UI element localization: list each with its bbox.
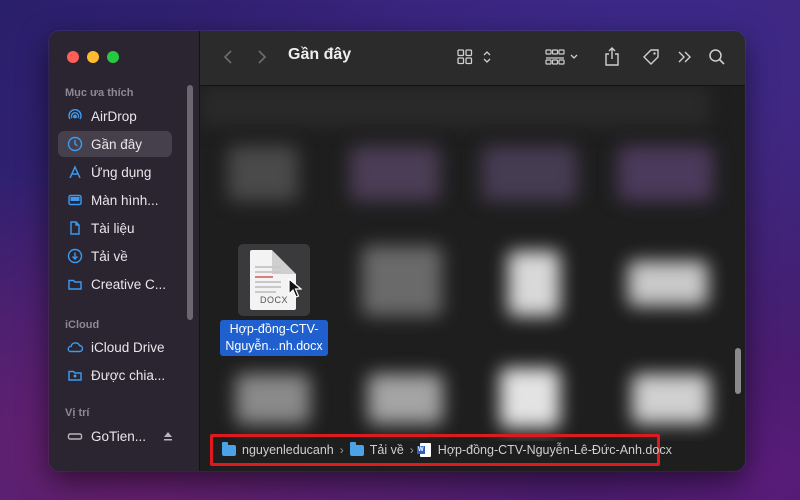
sidebar: Mục ưa thích AirDrop Gần đây Ứng dụng Mà… <box>49 31 200 471</box>
sidebar-item-label: Creative C... <box>91 276 167 292</box>
toolbar: Gần đây <box>200 31 745 86</box>
path-segment-file[interactable]: Hợp-đồng-CTV-Nguyễn-Lê-Đức-Anh.docx <box>416 443 672 457</box>
sidebar-item-label: Gần đây <box>91 136 143 152</box>
sidebar-item-label: Màn hình... <box>91 192 159 208</box>
word-document-icon <box>416 443 431 457</box>
sidebar-item-label: AirDrop <box>91 108 137 124</box>
blurred-thumbnail[interactable] <box>618 146 713 201</box>
folder-icon <box>349 441 364 456</box>
share-button[interactable] <box>602 45 622 69</box>
sidebar-scrollbar[interactable] <box>187 85 193 320</box>
sidebar-item-label: Ứng dụng <box>91 164 152 180</box>
sidebar-item-documents[interactable]: Tài liệu <box>58 215 172 241</box>
sidebar-section-icloud: iCloud <box>65 319 100 331</box>
path-separator: › <box>409 443 414 457</box>
mouse-pointer-icon <box>288 277 303 303</box>
blurred-thumbnail[interactable] <box>368 374 443 424</box>
main-pane: Gần đây DOCX Hợp-đồng-CTV- Nguyễn...nh.d… <box>200 31 745 471</box>
blurred-thumbnail[interactable] <box>236 374 310 424</box>
sidebar-section-locations: Vị trí <box>65 407 90 419</box>
sidebar-item-label: Tải về <box>91 248 128 264</box>
sidebar-item-desktop[interactable]: Màn hình... <box>58 187 172 213</box>
file-name-line: Nguyễn...nh.docx <box>225 339 323 353</box>
blurred-thumbnail <box>200 86 710 126</box>
search-icon <box>709 49 725 65</box>
folder-icon <box>222 441 236 456</box>
more-toolbar-button[interactable] <box>676 45 694 69</box>
clock-icon <box>66 135 84 153</box>
finder-window: Mục ưa thích AirDrop Gần đây Ứng dụng Mà… <box>49 31 745 471</box>
path-separator: › <box>339 443 344 457</box>
file-type-tag: DOCX <box>260 295 289 305</box>
blurred-thumbnail[interactable] <box>500 368 560 428</box>
chevron-left-icon <box>223 50 232 64</box>
document-icon <box>66 219 84 237</box>
sidebar-item-label: Tài liệu <box>91 220 135 236</box>
blurred-thumbnail[interactable] <box>628 261 708 306</box>
sidebar-item-downloads[interactable]: Tải về <box>58 243 172 269</box>
sidebar-item-label: Được chia... <box>91 367 166 383</box>
window-controls <box>67 51 119 63</box>
sidebar-item-airdrop[interactable]: AirDrop <box>58 103 172 129</box>
file-name-line: Hợp-đồng-CTV- <box>229 322 319 336</box>
sidebar-item-creative-cloud[interactable]: Creative C... <box>58 271 172 297</box>
view-mode-button[interactable] <box>456 45 496 69</box>
path-bar: nguyenleducanh › Tải về › Hợp-đồng-CTV-N… <box>222 435 735 465</box>
sidebar-section-favorites: Mục ưa thích <box>65 87 134 99</box>
applications-icon <box>66 163 84 181</box>
zoom-button[interactable] <box>107 51 119 63</box>
content-scrollbar[interactable] <box>735 348 741 394</box>
sidebar-item-applications[interactable]: Ứng dụng <box>58 159 172 185</box>
folder-icon <box>66 275 84 293</box>
blurred-thumbnail[interactable] <box>362 246 442 316</box>
grid-view-icon <box>457 49 473 65</box>
path-segment-user-folder[interactable]: nguyenleducanh <box>222 441 334 457</box>
search-button[interactable] <box>706 45 728 69</box>
disk-icon <box>66 427 84 445</box>
double-chevron-right-icon <box>678 51 691 63</box>
tag-icon <box>643 49 659 65</box>
chevron-right-icon <box>258 50 267 64</box>
path-segment-label: nguyenleducanh <box>242 443 334 457</box>
window-title: Gần đây <box>288 46 352 63</box>
minimize-button[interactable] <box>87 51 99 63</box>
sidebar-item-icloud-drive[interactable]: iCloud Drive <box>58 334 172 360</box>
blurred-thumbnail[interactable] <box>228 146 298 201</box>
blurred-thumbnail[interactable] <box>632 374 710 424</box>
sidebar-item-label: GoTien... <box>91 428 147 444</box>
airdrop-icon <box>66 107 84 125</box>
file-grid: DOCX Hợp-đồng-CTV- Nguyễn...nh.docx <box>200 86 745 441</box>
cloud-icon <box>66 338 84 356</box>
blurred-thumbnail[interactable] <box>350 146 440 201</box>
blurred-thumbnail[interactable] <box>482 146 577 201</box>
sidebar-item-label: iCloud Drive <box>91 339 165 355</box>
close-button[interactable] <box>67 51 79 63</box>
path-segment-label: Hợp-đồng-CTV-Nguyễn-Lê-Đức-Anh.docx <box>437 443 672 457</box>
group-icon <box>545 49 578 65</box>
shared-folder-icon <box>66 366 84 384</box>
share-icon <box>605 47 619 66</box>
back-button[interactable] <box>218 45 238 69</box>
tag-button[interactable] <box>640 45 662 69</box>
sidebar-item-shared[interactable]: Được chia... <box>58 362 172 388</box>
desktop-icon <box>66 191 84 209</box>
group-button[interactable] <box>544 45 584 69</box>
sidebar-item-recents[interactable]: Gần đây <box>58 131 172 157</box>
download-icon <box>66 247 84 265</box>
eject-icon[interactable] <box>162 430 174 442</box>
blurred-thumbnail[interactable] <box>508 251 560 316</box>
sidebar-item-gotien-disk[interactable]: GoTien... <box>58 423 180 449</box>
path-segment-label: Tải về <box>369 443 404 457</box>
forward-button[interactable] <box>252 45 272 69</box>
selected-file-name[interactable]: Hợp-đồng-CTV- Nguyễn...nh.docx <box>220 320 328 356</box>
path-segment-downloads[interactable]: Tải về <box>349 441 404 457</box>
